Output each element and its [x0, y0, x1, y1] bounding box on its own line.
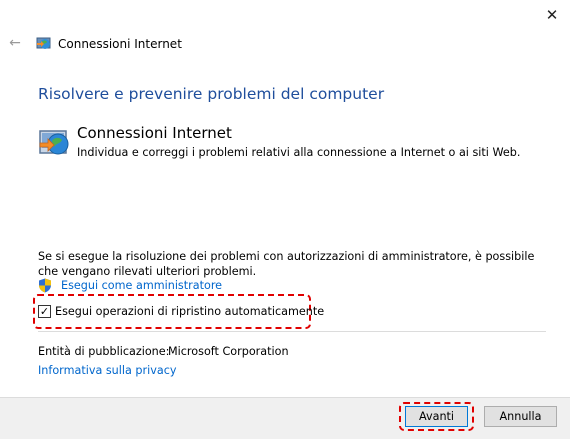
back-button[interactable]: ←: [6, 33, 24, 53]
run-as-admin-link[interactable]: Esegui come amministratore: [61, 279, 222, 292]
back-arrow-icon: ←: [9, 35, 21, 51]
network-troubleshooter-icon: [39, 130, 69, 155]
troubleshooter-title: Connessioni Internet: [77, 124, 232, 142]
admin-notice: Se si esegue la risoluzione dei problemi…: [38, 250, 535, 278]
troubleshooter-description: Individua e correggi i problemi relativi…: [77, 146, 521, 159]
publisher-label: Entità di pubblicazione:: [38, 345, 170, 358]
next-button[interactable]: Avanti: [405, 406, 468, 427]
close-button[interactable]: ✕: [534, 0, 570, 30]
auto-repair-label[interactable]: Esegui operazioni di ripristino automati…: [55, 305, 324, 318]
cancel-button[interactable]: Annulla: [484, 406, 557, 427]
uac-shield-icon: [39, 278, 51, 293]
auto-repair-checkbox[interactable]: ✓: [38, 305, 51, 318]
network-troubleshooter-icon: [36, 37, 51, 49]
window-title: Connessioni Internet: [58, 37, 182, 51]
publisher-value: Microsoft Corporation: [168, 345, 289, 358]
divider: [38, 331, 546, 332]
privacy-link[interactable]: Informativa sulla privacy: [38, 364, 176, 377]
checkmark-icon: ✓: [39, 305, 50, 318]
page-heading: Risolvere e prevenire problemi del compu…: [38, 85, 385, 103]
close-icon: ✕: [545, 6, 559, 24]
